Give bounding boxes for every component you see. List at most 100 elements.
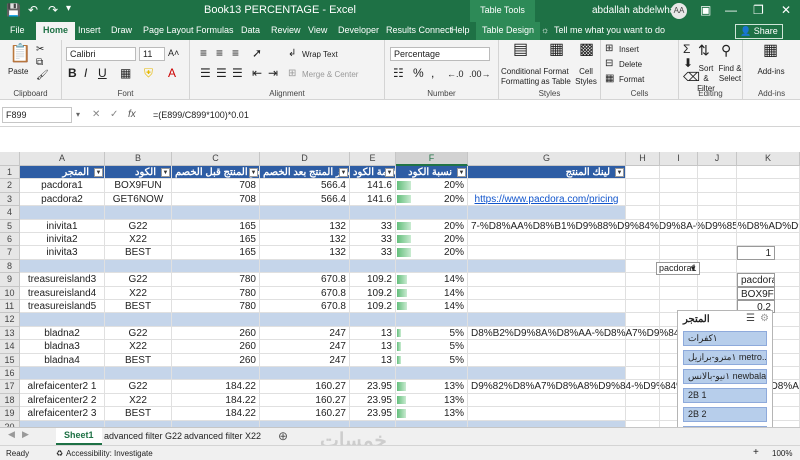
table-cell[interactable]: 247	[260, 340, 350, 354]
empty-cell[interactable]	[660, 273, 698, 287]
tab-results-connect[interactable]: Results Connect	[386, 25, 452, 35]
table-cell[interactable]: 141.6	[350, 192, 396, 207]
empty-cell[interactable]	[660, 219, 698, 233]
empty-cell[interactable]	[660, 233, 698, 247]
table-cell[interactable]	[468, 206, 626, 220]
table-cell[interactable]: 260	[172, 326, 260, 341]
column-header-a[interactable]: A	[20, 152, 105, 166]
empty-cell[interactable]	[626, 380, 660, 394]
italic-icon[interactable]: I	[84, 67, 87, 79]
table-cell[interactable]: pacdora2	[20, 192, 105, 207]
table-cell[interactable]: 20%	[396, 219, 468, 233]
table-cell[interactable]: X22	[105, 393, 172, 408]
close-icon[interactable]: ✕	[781, 3, 791, 17]
side-cell[interactable]: BOX9FUN	[737, 286, 775, 300]
table-cell[interactable]	[468, 340, 626, 354]
insert-button[interactable]: Insert	[619, 45, 639, 55]
table-cell[interactable]: GET6NOW	[105, 192, 172, 207]
table-header-cell[interactable]: لينك المنتج ▼	[468, 166, 626, 180]
table-cell[interactable]	[105, 313, 172, 327]
empty-cell[interactable]	[626, 206, 660, 220]
table-cell[interactable]: 260	[172, 340, 260, 354]
zoom-level[interactable]: 100%	[772, 449, 792, 458]
row-header[interactable]: 3	[0, 192, 20, 207]
table-cell[interactable]: 708	[172, 179, 260, 193]
wrap-text-icon[interactable]: ↲	[288, 48, 296, 60]
empty-cell[interactable]	[698, 259, 737, 274]
table-cell[interactable]	[468, 353, 626, 367]
table-cell[interactable]: 7-%D8%AA%D8%B1%D9%88%D9%84%D9%8A-%D9%85%…	[468, 219, 800, 233]
table-cell[interactable]	[468, 246, 626, 260]
empty-cell[interactable]	[698, 233, 737, 247]
slicer-item[interactable]: 2B 1	[683, 388, 767, 403]
table-cell[interactable]	[172, 259, 260, 274]
borders-icon[interactable]: ▦	[120, 67, 131, 79]
table-cell[interactable]: 708	[172, 192, 260, 207]
table-cell[interactable]: G22	[105, 219, 172, 233]
table-cell[interactable]	[468, 179, 626, 193]
table-cell[interactable]: 13%	[396, 407, 468, 421]
table-cell[interactable]	[260, 259, 350, 274]
increase-decimal-icon[interactable]: ←.0	[447, 68, 464, 80]
table-cell[interactable]	[468, 393, 626, 408]
sheet-tab-advanced-filter-x22[interactable]: advanced filter X22	[184, 431, 261, 441]
table-cell[interactable]: 20%	[396, 246, 468, 260]
empty-cell[interactable]	[737, 219, 800, 233]
align-left-icon[interactable]: ☰	[200, 67, 211, 79]
percent-icon[interactable]: %	[413, 67, 424, 79]
maximize-icon[interactable]: ❐	[753, 3, 764, 17]
table-cell[interactable]	[20, 367, 105, 381]
table-cell[interactable]: X22	[105, 233, 172, 247]
format-table-icon[interactable]: ▦	[549, 42, 564, 58]
table-cell[interactable]	[468, 300, 626, 314]
column-header-f[interactable]: F	[396, 152, 468, 166]
table-cell[interactable]: inivita3	[20, 246, 105, 260]
table-cell[interactable]: BEST	[105, 353, 172, 367]
filter-dropdown-icon[interactable]: ▼	[457, 168, 466, 177]
empty-cell[interactable]	[626, 353, 660, 367]
filter-dropdown-icon[interactable]: ▼	[249, 168, 258, 177]
align-middle-icon[interactable]: ≡	[216, 47, 223, 59]
table-cell[interactable]	[350, 313, 396, 327]
table-cell[interactable]: D9%82%D8%A7%D8%A8%D9%84-%D9%84%D8%A7%D8%…	[468, 380, 800, 394]
merge-center-button[interactable]: Merge & Center	[302, 70, 358, 80]
table-cell[interactable]	[260, 367, 350, 381]
table-cell[interactable]	[105, 206, 172, 220]
table-cell[interactable]: BEST	[105, 407, 172, 421]
empty-cell[interactable]	[737, 206, 800, 220]
font-name-select[interactable]: Calibri	[66, 47, 136, 61]
table-cell[interactable]: 160.27	[260, 407, 350, 421]
column-header-c[interactable]: C	[172, 152, 260, 166]
side-cell[interactable]: pacdora1	[737, 273, 775, 287]
sheet-tab-sheet1[interactable]: Sheet1	[56, 428, 102, 445]
empty-cell[interactable]	[626, 233, 660, 247]
avatar[interactable]: AA	[671, 3, 687, 19]
table-cell[interactable]	[20, 259, 105, 274]
table-cell[interactable]: 5%	[396, 353, 468, 367]
addins-button[interactable]: Add-ins	[747, 67, 795, 77]
scroll-right-icon[interactable]: ▶	[22, 429, 29, 440]
table-header-cell[interactable]: قيمة الكود ▼	[350, 166, 396, 180]
column-header-d[interactable]: D	[260, 152, 350, 166]
fill-color-icon[interactable]: ⛨	[144, 67, 153, 79]
table-cell[interactable]	[396, 206, 468, 220]
table-cell[interactable]: 132	[260, 246, 350, 260]
filter-dropdown-icon[interactable]: ▼	[94, 168, 103, 177]
empty-cell[interactable]	[660, 179, 698, 193]
table-cell[interactable]	[396, 367, 468, 381]
row-header[interactable]: 12	[0, 313, 20, 327]
empty-cell[interactable]	[660, 286, 698, 300]
table-cell[interactable]	[468, 259, 626, 274]
font-size-select[interactable]: 11	[139, 47, 165, 61]
table-cell[interactable]: inivita1	[20, 219, 105, 233]
table-cell[interactable]: 780	[172, 273, 260, 287]
empty-cell[interactable]	[626, 407, 660, 421]
filter-dropdown-icon[interactable]: ▼	[161, 168, 170, 177]
empty-cell[interactable]	[737, 166, 800, 180]
empty-cell[interactable]	[626, 300, 660, 314]
column-header-i[interactable]: I	[660, 152, 698, 166]
increase-indent-icon[interactable]: ⇥	[268, 67, 278, 79]
merge-icon[interactable]: ⊞	[288, 68, 296, 80]
table-cell[interactable]: 23.95	[350, 407, 396, 421]
row-header[interactable]: 9	[0, 273, 20, 287]
